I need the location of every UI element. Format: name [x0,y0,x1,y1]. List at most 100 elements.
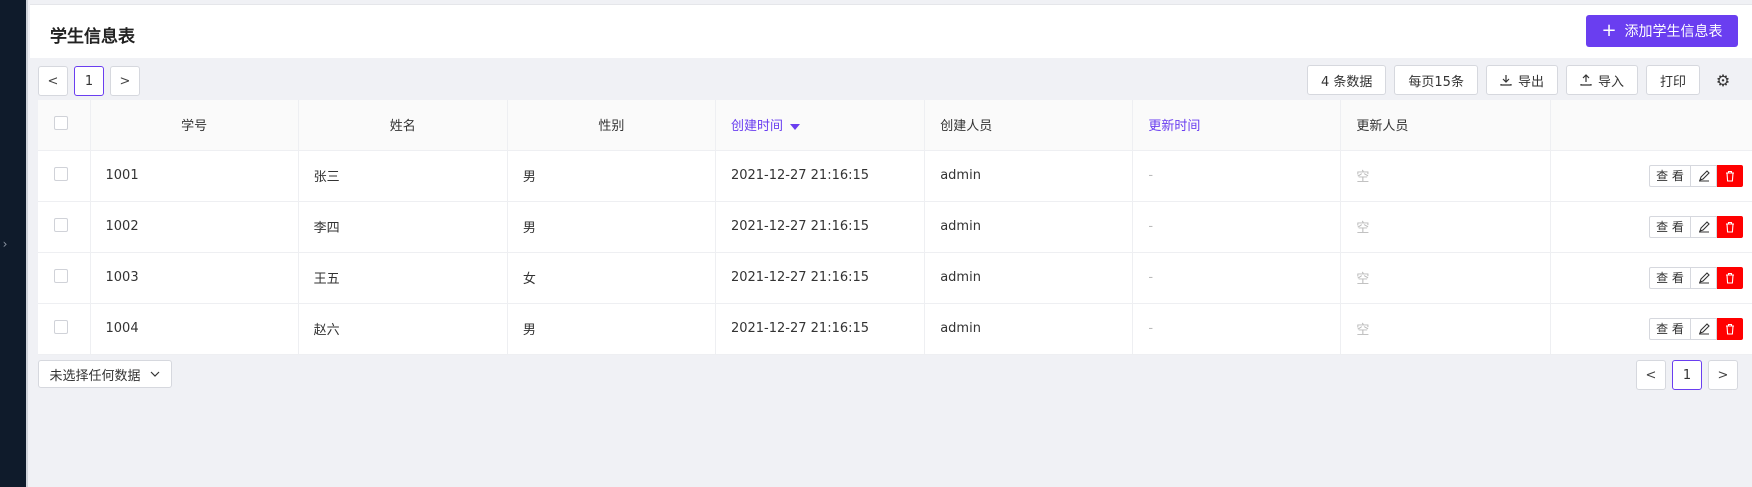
page-number-button[interactable]: 1 [74,66,104,96]
cell-gender: 女 [507,252,716,304]
main-panel: 学生信息表 + 添加学生信息表 < 1 > 4 条数据 每页15条 导出 导入 … [30,4,1752,487]
row-select-cell [38,201,91,253]
cell-name: 李四 [298,201,508,253]
cell-name: 张三 [298,150,508,202]
page-header: 学生信息表 + 添加学生信息表 [30,4,1752,58]
delete-button[interactable] [1717,266,1743,289]
table-row: 1001 张三 男 2021-12-27 21:16:15 admin - 空 … [38,150,1752,202]
cell-name: 王五 [298,252,508,304]
selection-dropdown[interactable]: 未选择任何数据 [38,360,172,388]
cell-actions: 查 看 [1550,303,1752,355]
cell-updated: - [1132,201,1342,253]
next-page-button[interactable]: > [110,66,140,96]
plus-icon: + [1601,20,1617,41]
chevron-down-icon [150,371,159,377]
row-checkbox[interactable] [54,217,68,232]
col-header-created-label: 创建时间 [730,119,783,135]
delete-button[interactable] [1717,164,1743,187]
row-select-cell [38,150,91,202]
trash-icon [1726,221,1734,233]
cell-gender: 男 [507,150,716,202]
add-student-label: 添加学生信息表 [1624,24,1723,40]
cell-creator: admin [924,150,1134,202]
cell-updater: 空 [1340,150,1551,202]
import-button[interactable]: 导入 [1565,65,1638,95]
upload-icon [1580,74,1592,86]
col-header-name[interactable]: 姓名 [298,100,508,151]
cell-id: 1003 [90,252,299,304]
row-select-cell [38,252,91,304]
cell-created: 2021-12-27 21:16:15 [715,303,926,355]
selection-label: 未选择任何数据 [49,368,141,384]
add-student-button[interactable]: + 添加学生信息表 [1586,15,1738,47]
col-header-gender[interactable]: 性别 [507,100,716,151]
cell-created: 2021-12-27 21:16:15 [715,150,926,202]
row-select-cell [38,303,91,355]
cell-updater: 空 [1340,201,1551,253]
cell-id: 1004 [90,303,299,355]
trash-icon [1726,323,1734,335]
cell-gender: 男 [507,201,716,253]
edit-button[interactable] [1691,215,1717,238]
edit-button[interactable] [1691,164,1717,187]
trash-icon [1726,170,1734,182]
table-row: 1004 赵六 男 2021-12-27 21:16:15 admin - 空 … [38,303,1752,355]
cell-actions: 查 看 [1550,252,1752,304]
select-all-checkbox[interactable] [54,115,68,130]
trash-icon [1726,272,1734,284]
student-table: 学号 姓名 性别 创建时间 创建人员 更新时间 更新人员 1001 张三 男 2… [38,100,1752,355]
cell-name: 赵六 [298,303,508,355]
bottom-pagination: < 1 > [1636,360,1738,390]
export-button[interactable]: 导出 [1485,65,1558,95]
prev-page-button[interactable]: < [38,66,68,96]
cell-creator: admin [924,252,1134,304]
row-checkbox[interactable] [54,268,68,283]
col-header-updater[interactable]: 更新人员 [1340,100,1551,151]
edit-button[interactable] [1691,317,1717,340]
gear-icon[interactable]: ⚙ [1708,65,1738,95]
cell-updater: 空 [1340,303,1551,355]
cell-creator: admin [924,201,1134,253]
pencil-icon [1698,271,1710,284]
view-button[interactable]: 查 看 [1649,317,1691,340]
cell-id: 1001 [90,150,299,202]
col-header-created[interactable]: 创建时间 [715,100,926,151]
record-count-button[interactable]: 4 条数据 [1307,65,1387,95]
page-title: 学生信息表 [50,27,135,47]
col-header-id[interactable]: 学号 [90,100,299,151]
print-button[interactable]: 打印 [1645,65,1700,95]
cell-created: 2021-12-27 21:16:15 [715,252,926,304]
chevron-right-icon[interactable]: › [0,232,10,256]
row-checkbox[interactable] [54,166,68,181]
cell-updated: - [1132,303,1342,355]
top-pagination: < 1 > [38,66,140,96]
cell-gender: 男 [507,303,716,355]
select-all-cell [38,100,91,151]
col-header-updated[interactable]: 更新时间 [1132,100,1342,151]
export-label: 导出 [1517,74,1544,90]
view-button[interactable]: 查 看 [1649,266,1691,289]
cell-creator: admin [924,303,1134,355]
page-number-button[interactable]: 1 [1672,360,1702,390]
delete-button[interactable] [1717,317,1743,340]
col-header-actions [1550,100,1752,151]
next-page-button[interactable]: > [1708,360,1738,390]
cell-id: 1002 [90,201,299,253]
cell-created: 2021-12-27 21:16:15 [715,201,926,253]
cell-updated: - [1132,150,1342,202]
cell-actions: 查 看 [1550,150,1752,202]
toolbar-actions: 4 条数据 每页15条 导出 导入 打印 ⚙ [1307,65,1738,95]
per-page-button[interactable]: 每页15条 [1394,65,1478,95]
view-button[interactable]: 查 看 [1649,164,1691,187]
toolbar: < 1 > 4 条数据 每页15条 导出 导入 打印 ⚙ [30,58,1752,102]
view-button[interactable]: 查 看 [1649,215,1691,238]
sort-desc-icon [789,123,800,130]
delete-button[interactable] [1717,215,1743,238]
left-sidebar-edge: › [0,0,28,487]
table-row: 1003 王五 女 2021-12-27 21:16:15 admin - 空 … [38,252,1752,304]
prev-page-button[interactable]: < [1636,360,1666,390]
pencil-icon [1698,220,1710,233]
edit-button[interactable] [1691,266,1717,289]
col-header-creator[interactable]: 创建人员 [924,100,1134,151]
row-checkbox[interactable] [54,319,68,334]
